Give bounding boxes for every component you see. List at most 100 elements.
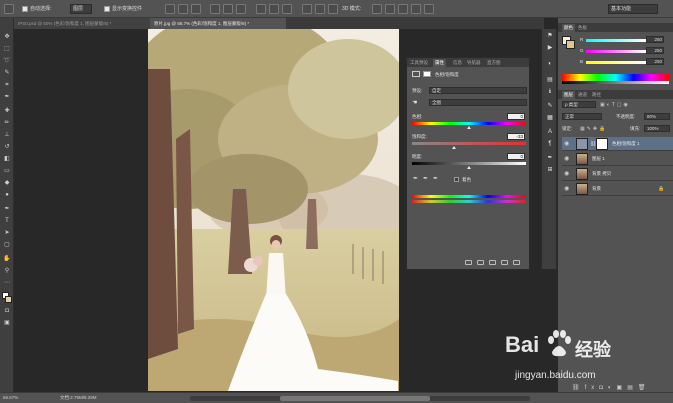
grayscale-ramp[interactable]	[562, 81, 669, 84]
visibility-eye-icon[interactable]: ◉	[564, 141, 570, 147]
align-right-icon[interactable]	[236, 4, 246, 14]
properties-panel-icon[interactable]: ▤	[546, 77, 554, 83]
color-g-slider[interactable]	[586, 50, 646, 53]
hue-slider-thumb[interactable]	[467, 126, 471, 129]
eyedropper-icon[interactable]: ✒	[413, 175, 418, 182]
eyedropper-minus-icon[interactable]: ✒	[433, 175, 438, 182]
actions-panel-icon[interactable]: ▶	[546, 45, 554, 51]
opacity-field[interactable]: 80%	[644, 113, 670, 120]
photo-canvas[interactable]	[148, 29, 399, 391]
color-g-value[interactable]: 250	[646, 47, 664, 54]
eyedropper-plus-icon[interactable]: ✒	[423, 175, 428, 182]
drag-3d-icon[interactable]	[398, 4, 408, 14]
visibility-eye-icon[interactable]: ◉	[564, 171, 570, 177]
history-brush-tool-icon[interactable]: ↺	[3, 144, 11, 150]
distribute-right-icon[interactable]	[328, 4, 338, 14]
fill-field[interactable]: 100%	[644, 125, 670, 132]
color-b-slider[interactable]	[586, 61, 646, 64]
brush-panel-icon[interactable]: ✎	[546, 103, 554, 109]
visibility-icon[interactable]	[501, 260, 508, 265]
paragraph-panel-icon[interactable]: ¶	[546, 141, 554, 147]
brush-presets-icon[interactable]: ▦	[546, 115, 554, 121]
move-tool-icon[interactable]	[4, 4, 14, 14]
saturation-slider-track[interactable]	[412, 142, 526, 145]
tab-swatches[interactable]: 色板	[578, 24, 587, 32]
distribute-bottom-icon[interactable]	[282, 4, 292, 14]
hue-slider-track[interactable]	[412, 122, 526, 125]
path-select-tool-icon[interactable]: ➤	[3, 230, 11, 236]
horizontal-scrollbar-thumb[interactable]	[280, 396, 430, 401]
screen-mode-icon[interactable]: ▣	[3, 320, 11, 326]
layer-row-layer-1[interactable]: ◉ 图层 1	[562, 152, 673, 166]
paths-panel-icon[interactable]: ✒	[546, 155, 554, 161]
tab-properties[interactable]: 属性	[433, 59, 446, 67]
tab-document-2[interactable]: 原片.jpg @ 66.7% (色彩/饱和度 1, 图层蒙版/8) *	[150, 18, 286, 29]
distribute-center-icon[interactable]	[315, 4, 325, 14]
clone-source-icon[interactable]: ⊞	[546, 167, 554, 173]
edit-toolbar-icon[interactable]: ⋯	[3, 280, 11, 286]
character-panel-icon[interactable]: A	[546, 129, 554, 135]
layer-row-hue-saturation[interactable]: ◉ ⛓ 色相/饱和度 1	[562, 137, 673, 151]
document-info[interactable]: 文档:2.75M/8.29M	[60, 395, 97, 401]
tab-histogram[interactable]: 直方图	[487, 59, 501, 67]
eyedropper-tool-icon[interactable]: ✒	[3, 94, 11, 100]
horizontal-scrollbar[interactable]	[190, 396, 530, 401]
lightness-value-field[interactable]: 0	[507, 153, 525, 160]
history-panel-icon[interactable]: ⚑	[546, 33, 554, 39]
gradient-tool-icon[interactable]: ▭	[3, 168, 11, 174]
delete-adjustment-icon[interactable]	[513, 260, 520, 265]
workspace-dropdown[interactable]: 基本功能	[608, 4, 658, 14]
clone-stamp-tool-icon[interactable]: ⊥	[3, 132, 11, 138]
quick-select-tool-icon[interactable]: ✎	[3, 70, 11, 76]
healing-brush-tool-icon[interactable]: ✚	[3, 108, 11, 114]
brush-tool-icon[interactable]: ✏	[3, 120, 11, 126]
visibility-eye-icon[interactable]: ◉	[564, 156, 570, 162]
lasso-tool-icon[interactable]: ➰	[3, 58, 11, 64]
lightness-slider-thumb[interactable]	[467, 166, 471, 169]
reset-icon[interactable]	[489, 260, 496, 265]
slide-3d-icon[interactable]	[411, 4, 421, 14]
visibility-eye-icon[interactable]: ◉	[564, 186, 570, 192]
layer-filter-icons[interactable]: ▣◐T▢◉	[600, 102, 630, 108]
zoom-level[interactable]: 66.67%	[3, 395, 18, 400]
zoom-tool-icon[interactable]: ⚲	[3, 268, 11, 274]
dodge-tool-icon[interactable]: ●	[3, 192, 11, 198]
align-top-icon[interactable]	[165, 4, 175, 14]
marquee-tool-icon[interactable]: ⬚	[3, 46, 11, 52]
quick-mask-icon[interactable]: ◘	[3, 308, 11, 314]
tab-color[interactable]: 颜色	[562, 24, 575, 32]
crop-tool-icon[interactable]: ⌗	[3, 82, 11, 88]
color-background-swatch[interactable]	[566, 40, 575, 49]
channel-dropdown[interactable]: 全图	[429, 99, 527, 106]
rotate-3d-icon[interactable]	[372, 4, 382, 14]
align-bottom-icon[interactable]	[191, 4, 201, 14]
hue-value-field[interactable]: 0	[507, 113, 525, 120]
tab-info[interactable]: 信息	[453, 59, 462, 67]
move-tool-icon[interactable]: ✥	[3, 34, 11, 40]
color-r-slider[interactable]	[586, 39, 646, 42]
tab-navigator[interactable]: 导航器	[467, 59, 481, 67]
distribute-top-icon[interactable]	[256, 4, 266, 14]
hand-adjust-icon[interactable]: ☚	[412, 99, 417, 106]
distribute-left-icon[interactable]	[302, 4, 312, 14]
color-r-value[interactable]: 250	[646, 36, 664, 43]
auto-select-target-dropdown[interactable]: 图层	[70, 4, 92, 14]
type-tool-icon[interactable]: T	[3, 218, 11, 224]
info-panel-icon[interactable]: ℹ	[546, 89, 554, 95]
eraser-tool-icon[interactable]: ◧	[3, 156, 11, 162]
tab-layers[interactable]: 图层	[562, 91, 575, 99]
align-left-icon[interactable]	[210, 4, 220, 14]
blur-tool-icon[interactable]: ◆	[3, 180, 11, 186]
lightness-slider-track[interactable]	[412, 162, 526, 165]
view-previous-icon[interactable]	[477, 260, 484, 265]
layer-row-background[interactable]: ◉ 背景 🔒	[562, 182, 673, 196]
preset-dropdown[interactable]: 自定	[429, 87, 527, 94]
layer-filter-dropdown[interactable]: ρ 类型	[562, 101, 596, 108]
tab-channels[interactable]: 通道	[578, 91, 587, 99]
lock-icons[interactable]: ▦✎✥🔒	[580, 126, 607, 132]
tab-document-1[interactable]: IPS0.psd @ 50% (色彩/饱和度 1, 图层蒙版/8) *	[14, 18, 150, 29]
clip-to-layer-icon[interactable]	[465, 260, 472, 265]
adjustments-panel-icon[interactable]: ◐	[546, 61, 554, 67]
layer-row-background-copy[interactable]: ◉ 背景 拷贝	[562, 167, 673, 181]
tab-paths[interactable]: 路径	[592, 91, 601, 99]
